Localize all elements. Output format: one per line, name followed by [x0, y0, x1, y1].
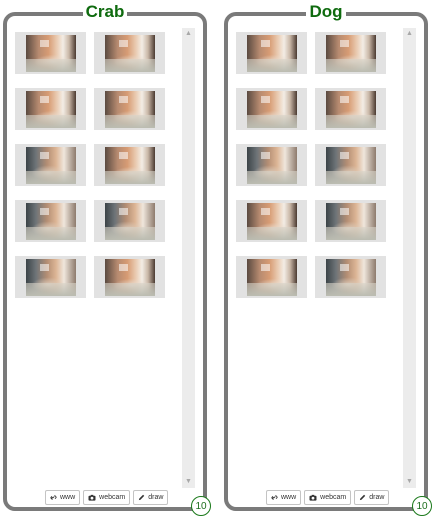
www-button[interactable]: www [45, 490, 81, 505]
class-board: Crab ▲ ▼ www webcam draw 10 Dog ▲ ▼ www … [0, 0, 435, 519]
sample-thumbnail[interactable] [94, 200, 165, 242]
sample-thumbnail[interactable] [15, 88, 86, 130]
link-icon [271, 494, 278, 501]
class-panel-dog: Dog ▲ ▼ www webcam draw 10 [224, 2, 432, 516]
sample-image [104, 34, 155, 72]
sample-thumbnail[interactable] [94, 32, 165, 74]
camera-icon [309, 494, 317, 501]
webcam-button[interactable]: webcam [83, 490, 131, 505]
sample-image [325, 34, 376, 72]
scroll-down-arrow-icon[interactable]: ▼ [403, 476, 416, 488]
sample-thumbnail[interactable] [15, 256, 86, 298]
add-sample-toolbar: www webcam draw [266, 490, 390, 505]
scroll-up-arrow-icon[interactable]: ▲ [403, 28, 416, 40]
sample-scrollbar[interactable]: ▲ ▼ [182, 28, 195, 488]
webcam-button[interactable]: webcam [304, 490, 352, 505]
camera-icon [88, 494, 96, 501]
sample-image [246, 258, 297, 296]
scroll-down-arrow-icon[interactable]: ▼ [182, 476, 195, 488]
sample-grid [236, 32, 404, 298]
sample-thumbnail[interactable] [94, 88, 165, 130]
sample-thumbnail[interactable] [315, 32, 386, 74]
sample-thumbnail[interactable] [236, 144, 307, 186]
sample-thumbnail[interactable] [15, 32, 86, 74]
sample-image [25, 34, 76, 72]
webcam-label: webcam [320, 494, 347, 501]
sample-image [246, 202, 297, 240]
sample-image [104, 202, 155, 240]
webcam-label: webcam [99, 494, 126, 501]
sample-thumbnail[interactable] [236, 200, 307, 242]
sample-image [104, 146, 155, 184]
sample-image [104, 258, 155, 296]
pencil-icon [359, 494, 366, 501]
sample-image [325, 90, 376, 128]
sample-grid [15, 32, 183, 298]
scroll-up-arrow-icon[interactable]: ▲ [182, 28, 195, 40]
sample-thumbnail[interactable] [315, 88, 386, 130]
link-icon [50, 494, 57, 501]
sample-image [325, 258, 376, 296]
pencil-icon [138, 494, 145, 501]
sample-thumbnail[interactable] [236, 88, 307, 130]
class-panel-crab: Crab ▲ ▼ www webcam draw 10 [3, 2, 211, 516]
sample-thumbnail[interactable] [15, 200, 86, 242]
sample-scrollbar[interactable]: ▲ ▼ [403, 28, 416, 488]
sample-image [25, 146, 76, 184]
sample-thumbnail[interactable] [94, 144, 165, 186]
www-button[interactable]: www [266, 490, 302, 505]
sample-thumbnail[interactable] [315, 256, 386, 298]
draw-button[interactable]: draw [133, 490, 169, 505]
sample-image [104, 90, 155, 128]
sample-image [246, 146, 297, 184]
class-title[interactable]: Dog [306, 2, 346, 22]
sample-image [25, 202, 76, 240]
sample-image [325, 202, 376, 240]
www-label: www [281, 494, 297, 501]
sample-image [246, 34, 297, 72]
draw-button[interactable]: draw [354, 490, 390, 505]
sample-thumbnail[interactable] [236, 256, 307, 298]
class-title[interactable]: Crab [82, 2, 128, 22]
add-sample-toolbar: www webcam draw [45, 490, 169, 505]
sample-image [25, 90, 76, 128]
draw-label: draw [369, 494, 385, 501]
sample-image [25, 258, 76, 296]
sample-thumbnail[interactable] [94, 256, 165, 298]
www-label: www [60, 494, 76, 501]
sample-thumbnail[interactable] [315, 200, 386, 242]
sample-count-badge: 10 [412, 496, 432, 516]
sample-thumbnail[interactable] [315, 144, 386, 186]
sample-count-badge: 10 [191, 496, 211, 516]
sample-thumbnail[interactable] [236, 32, 307, 74]
sample-image [325, 146, 376, 184]
sample-image [246, 90, 297, 128]
draw-label: draw [148, 494, 164, 501]
sample-thumbnail[interactable] [15, 144, 86, 186]
